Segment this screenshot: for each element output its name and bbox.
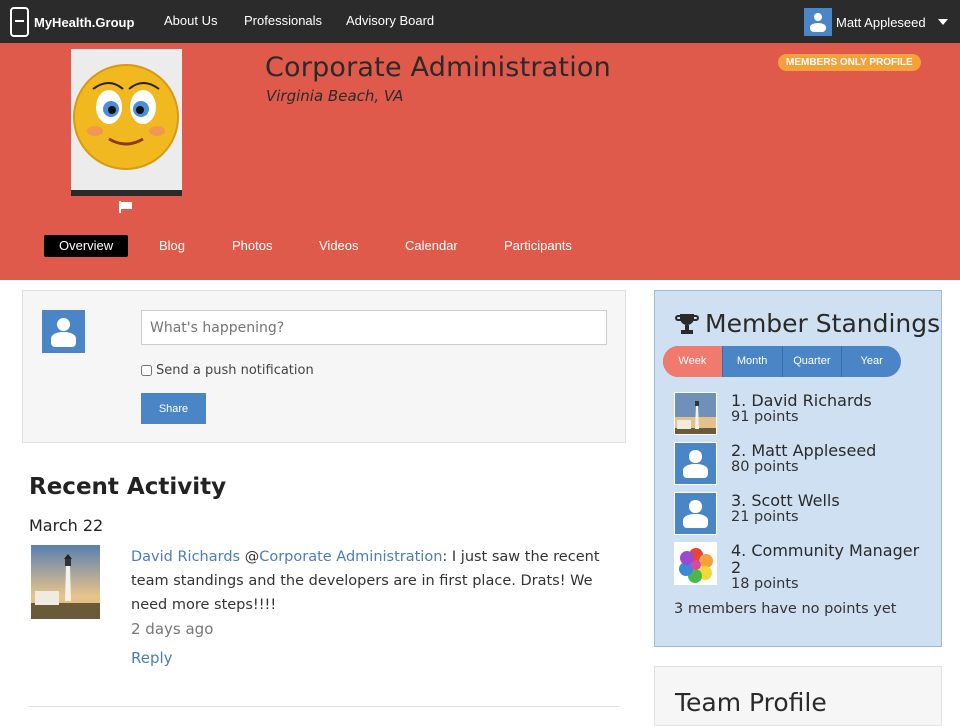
standing-row[interactable]: 4. Community Manager 2 18 points: [674, 542, 921, 593]
tab-blog[interactable]: Blog: [159, 235, 185, 257]
flower-avatar: [674, 542, 717, 585]
recent-activity-heading: Recent Activity: [29, 474, 227, 500]
user-menu[interactable]: Matt Appleseed: [804, 7, 948, 37]
user-icon: [804, 8, 832, 36]
standings-title: Member Standings: [705, 309, 941, 338]
avatar: [674, 442, 717, 485]
activity-text: David Richards @Corporate Administration…: [131, 545, 621, 617]
standing-points: 80 points: [731, 459, 799, 475]
trophy-icon: [675, 312, 699, 336]
top-navbar: MyHealth.Group About Us Professionals Ad…: [0, 0, 960, 43]
period-week[interactable]: Week: [663, 346, 723, 377]
standing-points: 18 points: [731, 576, 799, 592]
user-icon: [675, 443, 716, 484]
activity-target-link[interactable]: Corporate Administration: [259, 549, 442, 565]
standing-name: 4. Community Manager 2: [731, 541, 920, 577]
divider: [29, 706, 619, 707]
avatar: [42, 310, 85, 353]
profile-picture[interactable]: [71, 49, 182, 196]
nav-about-us[interactable]: About Us: [164, 13, 217, 28]
standing-row[interactable]: 3. Scott Wells 21 points: [674, 492, 840, 535]
profile-location: Virginia Beach, VA: [266, 87, 404, 105]
phone-heartbeat-icon: [10, 7, 29, 37]
period-quarter[interactable]: Quarter: [783, 346, 843, 377]
flag-icon[interactable]: [119, 201, 133, 213]
activity-timestamp: 2 days ago: [131, 620, 214, 638]
status-input[interactable]: [141, 310, 607, 345]
share-button[interactable]: Share: [141, 393, 206, 424]
activity-author-link[interactable]: David Richards: [131, 549, 240, 565]
standing-name: 2. Matt Appleseed: [731, 441, 877, 460]
push-notification-checkbox[interactable]: [141, 365, 152, 376]
member-standings-panel: Member Standings Week Month Quarter Year…: [654, 290, 942, 647]
mention-symbol: @: [244, 549, 260, 565]
standing-name: 3. Scott Wells: [731, 491, 840, 510]
no-points-note: 3 members have no points yet: [674, 601, 897, 617]
standings-heading: Member Standings: [675, 309, 940, 338]
brand-name: MyHealth.Group: [34, 14, 135, 30]
activity-author-avatar[interactable]: [31, 545, 100, 619]
nav-professionals[interactable]: Professionals: [244, 13, 322, 28]
tab-photos[interactable]: Photos: [232, 235, 272, 257]
standing-row[interactable]: 1. David Richards 91 points: [674, 392, 872, 435]
period-selector: Week Month Quarter Year: [663, 346, 901, 377]
push-notification-label: Send a push notification: [156, 363, 314, 378]
tab-participants[interactable]: Participants: [504, 235, 572, 257]
members-only-badge: MEMBERS ONLY PROFILE: [778, 54, 921, 71]
activity-date: March 22: [29, 516, 104, 535]
chevron-down-icon: [937, 19, 948, 25]
user-icon: [675, 493, 716, 534]
tab-overview[interactable]: Overview: [44, 235, 129, 257]
smiley-image: [71, 49, 182, 190]
lighthouse-image: [31, 545, 100, 619]
standing-row[interactable]: 2. Matt Appleseed 80 points: [674, 442, 876, 485]
reply-link[interactable]: Reply: [131, 649, 173, 667]
profile-banner: Corporate Administration Virginia Beach,…: [0, 43, 960, 280]
user-name: Matt Appleseed: [836, 14, 926, 30]
period-month[interactable]: Month: [723, 346, 783, 377]
tab-calendar[interactable]: Calendar: [405, 235, 458, 257]
brand-logo[interactable]: MyHealth.Group: [10, 6, 134, 38]
team-profile-card: Team Profile: [654, 666, 942, 726]
standing-name: 1. David Richards: [731, 391, 872, 410]
lighthouse-avatar: [674, 392, 717, 435]
avatar: [674, 492, 717, 535]
push-notification-option[interactable]: Send a push notification: [141, 363, 314, 378]
period-year[interactable]: Year: [842, 346, 901, 377]
post-composer: Send a push notification Share: [22, 290, 626, 443]
standing-points: 91 points: [731, 409, 799, 425]
team-profile-title: Team Profile: [675, 688, 827, 717]
user-icon: [42, 310, 85, 353]
standing-points: 21 points: [731, 509, 799, 525]
profile-title: Corporate Administration: [265, 52, 611, 83]
tab-videos[interactable]: Videos: [319, 235, 359, 257]
avatar: [804, 8, 832, 36]
nav-advisory-board[interactable]: Advisory Board: [346, 13, 434, 28]
